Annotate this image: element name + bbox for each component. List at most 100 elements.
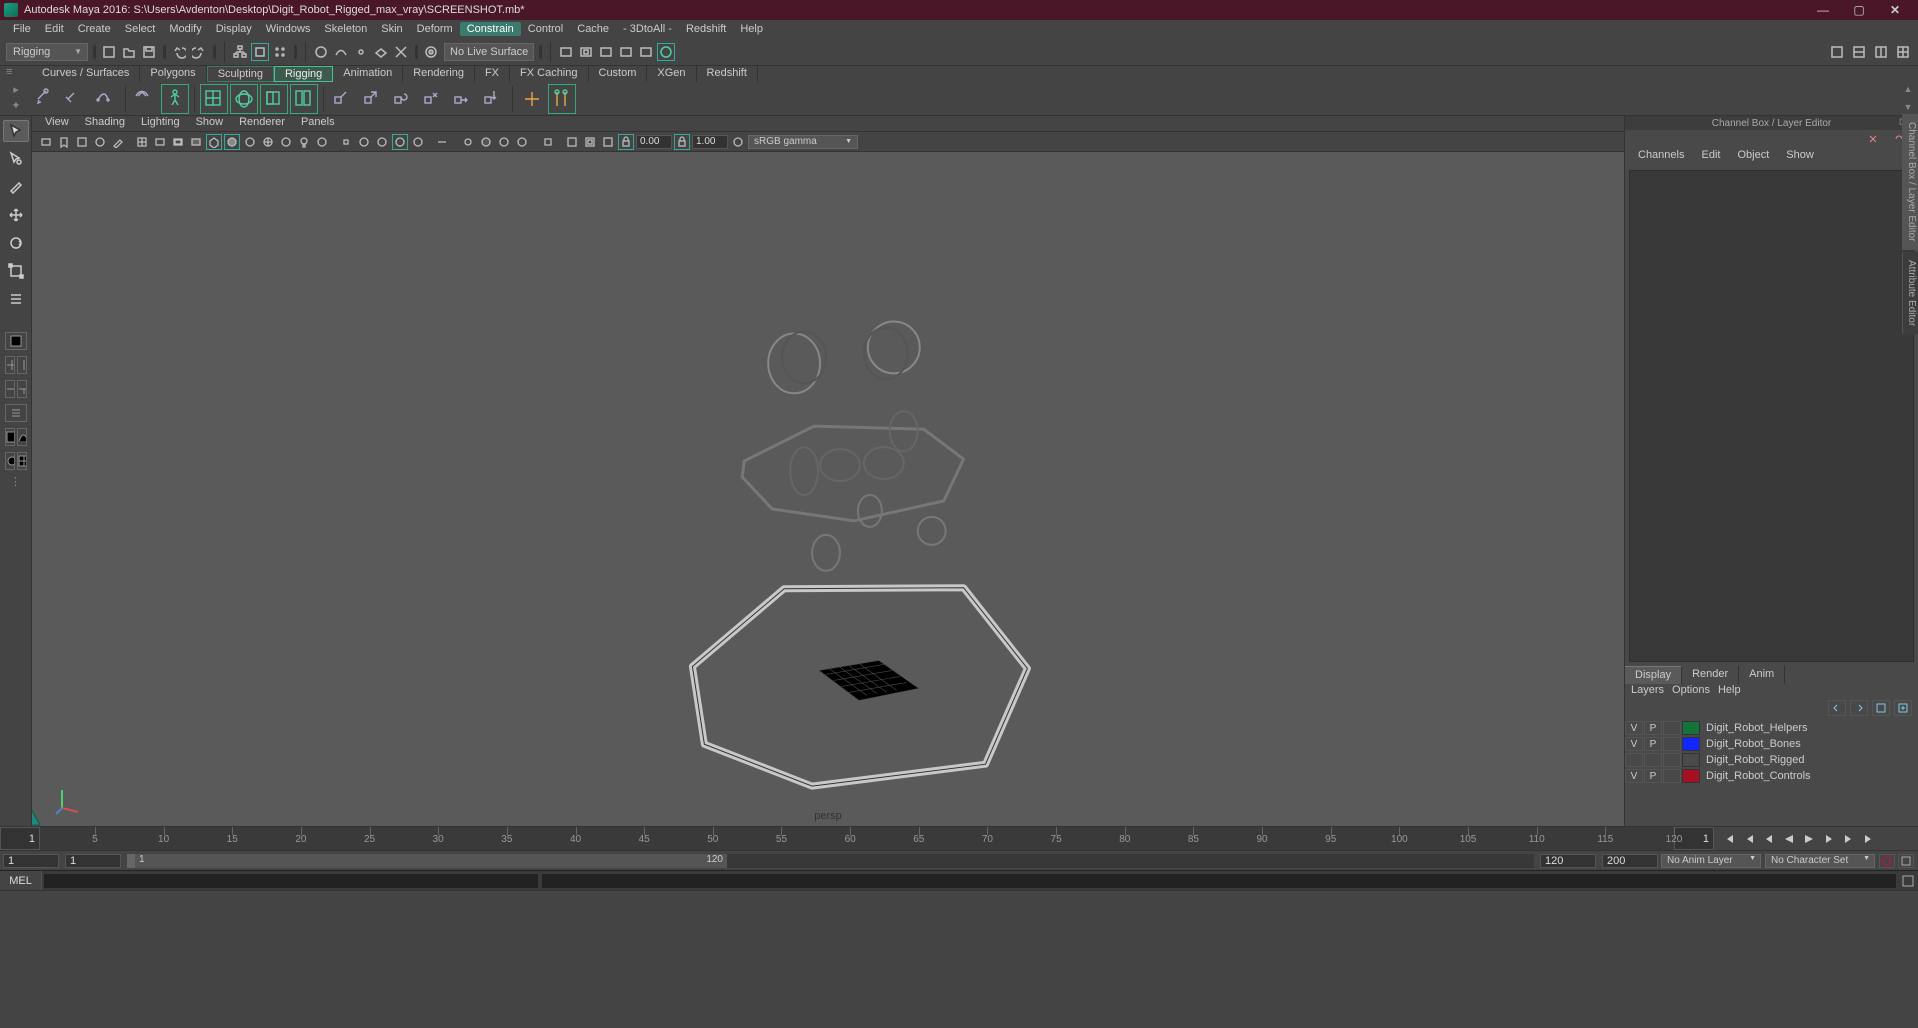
solid-preview-icon[interactable] <box>478 134 494 150</box>
smooth-shade-icon[interactable] <box>224 134 240 150</box>
menu-help[interactable]: Help <box>733 23 770 35</box>
maximize-button[interactable]: ▢ <box>1850 3 1868 17</box>
menu-redshift[interactable]: Redshift <box>679 23 733 35</box>
layer-mode-render[interactable]: Render <box>1682 666 1739 684</box>
open-scene-icon[interactable] <box>120 43 138 61</box>
menu--3dtoall-[interactable]: - 3DtoAll - <box>616 23 679 35</box>
menu-modify[interactable]: Modify <box>162 23 208 35</box>
layer-display-type[interactable] <box>1663 753 1681 767</box>
range-track[interactable]: 1 120 <box>127 854 1534 868</box>
layer-color-swatch[interactable] <box>1682 737 1700 751</box>
layer-display-type[interactable] <box>1663 737 1681 751</box>
menu-deform[interactable]: Deform <box>410 23 460 35</box>
wireframe-icon[interactable] <box>206 134 222 150</box>
graph-button[interactable] <box>17 428 27 446</box>
step-forward-key-icon[interactable] <box>1840 830 1858 848</box>
menu-windows[interactable]: Windows <box>259 23 318 35</box>
layer-new-empty-icon[interactable] <box>1872 700 1890 716</box>
step-back-key-icon[interactable] <box>1740 830 1758 848</box>
vp-menu-show[interactable]: Show <box>191 116 229 131</box>
layer-visibility-toggle[interactable]: V <box>1625 769 1643 783</box>
color-space-combo[interactable]: sRGB gamma <box>748 135 858 149</box>
human-ik-icon[interactable] <box>161 84 189 114</box>
single-view-button[interactable] <box>5 332 27 350</box>
gate-mask-icon[interactable] <box>188 134 204 150</box>
vp-menu-lighting[interactable]: Lighting <box>136 116 185 131</box>
viewport-gamma-color-icon[interactable] <box>600 134 616 150</box>
bookmark-icon[interactable] <box>56 134 72 150</box>
xray-joints-icon[interactable] <box>374 134 390 150</box>
wrap-icon[interactable] <box>260 84 288 114</box>
vp-menu-panels[interactable]: Panels <box>296 116 340 131</box>
vp-menu-view[interactable]: View <box>40 116 74 131</box>
menu-constrain[interactable]: Constrain <box>460 22 521 36</box>
viewport[interactable]: persp <box>32 152 1624 826</box>
textured-icon[interactable] <box>278 134 294 150</box>
constraint-scale-icon[interactable] <box>419 84 447 114</box>
select-hierarchy-icon[interactable] <box>231 43 249 61</box>
skin-bind-icon[interactable] <box>131 84 159 114</box>
outliner-toggle[interactable] <box>5 404 27 422</box>
character-set-combo[interactable]: No Character Set <box>1765 854 1875 868</box>
sidebar-toggle-3-icon[interactable] <box>1872 43 1890 61</box>
constraint-orient-icon[interactable] <box>389 84 417 114</box>
channel-tab-show[interactable]: Show <box>1779 148 1821 166</box>
use-default-mat-icon[interactable] <box>242 134 258 150</box>
viewport-gamma-mode-icon[interactable] <box>582 134 598 150</box>
persp-button[interactable] <box>5 428 15 446</box>
snap-grid-icon[interactable] <box>312 43 330 61</box>
depth-peel-icon[interactable] <box>540 134 556 150</box>
range-end-inner[interactable]: 120 <box>1540 854 1596 868</box>
script-editor-icon[interactable] <box>1898 874 1918 888</box>
range-thumb[interactable]: 1 120 <box>127 854 727 868</box>
undo-icon[interactable] <box>170 43 188 61</box>
layer-menu-options[interactable]: Options <box>1672 684 1710 700</box>
shelf-tab-animation[interactable]: Animation <box>333 66 403 82</box>
gamma-lock-icon[interactable] <box>618 134 634 150</box>
constraint-point-icon[interactable] <box>359 84 387 114</box>
sidebar-toggle-1-icon[interactable] <box>1828 43 1846 61</box>
ao-icon[interactable] <box>392 134 408 150</box>
go-end-icon[interactable] <box>1860 830 1878 848</box>
side-tab-channel-box[interactable]: Channel Box / Layer Editor <box>1902 114 1918 250</box>
auto-key-icon[interactable] <box>1879 854 1895 868</box>
layer-color-swatch[interactable] <box>1682 769 1700 783</box>
layer-visibility-toggle[interactable] <box>1625 753 1643 767</box>
set-driven-key-icon[interactable] <box>518 84 546 114</box>
constraint-parent-icon[interactable] <box>329 84 357 114</box>
save-scene-icon[interactable] <box>140 43 158 61</box>
layer-playback-toggle[interactable]: P <box>1644 721 1662 735</box>
constraint-pole-icon[interactable] <box>479 84 507 114</box>
shelf-tab-fx[interactable]: FX <box>475 66 510 82</box>
maya-home-icon[interactable] <box>32 803 46 826</box>
shelf-scroll-up-icon[interactable]: ▲ <box>1904 84 1913 94</box>
2d-pan-icon[interactable] <box>92 134 108 150</box>
go-start-icon[interactable] <box>1720 830 1738 848</box>
render-settings-icon[interactable] <box>597 43 615 61</box>
viewport-gamma-toggle-icon[interactable] <box>564 134 580 150</box>
timeline-current-frame-left[interactable]: 1 <box>0 827 40 850</box>
constraint-aim-icon[interactable] <box>449 84 477 114</box>
layer-color-swatch[interactable] <box>1682 721 1700 735</box>
hypershade-button[interactable] <box>5 452 15 470</box>
layer-menu-layers[interactable]: Layers <box>1631 684 1664 700</box>
minimize-button[interactable]: — <box>1814 3 1832 17</box>
prefs-icon[interactable] <box>1898 854 1914 868</box>
motion-trail-icon[interactable] <box>434 134 450 150</box>
grease-pencil-icon[interactable] <box>110 134 126 150</box>
object-preview-icon[interactable] <box>514 134 530 150</box>
hypershade-icon[interactable] <box>637 43 655 61</box>
channel-sync-icon[interactable] <box>1860 130 1886 148</box>
layer-row[interactable]: Digit_Robot_Rigged <box>1625 752 1918 768</box>
workspace-selector[interactable]: Rigging <box>6 43 88 61</box>
layer-display-type[interactable] <box>1663 721 1681 735</box>
sidebar-toggle-4-icon[interactable] <box>1894 43 1912 61</box>
play-forward-icon[interactable] <box>1800 830 1818 848</box>
shelf-tab-redshift[interactable]: Redshift <box>697 66 758 82</box>
lattice-icon[interactable] <box>200 84 228 114</box>
wire-on-shaded-icon[interactable] <box>260 134 276 150</box>
menu-select[interactable]: Select <box>118 23 163 35</box>
shelf-options-icon[interactable]: ✦ <box>4 98 28 112</box>
menu-create[interactable]: Create <box>71 23 118 35</box>
close-button[interactable]: ✕ <box>1886 3 1904 17</box>
